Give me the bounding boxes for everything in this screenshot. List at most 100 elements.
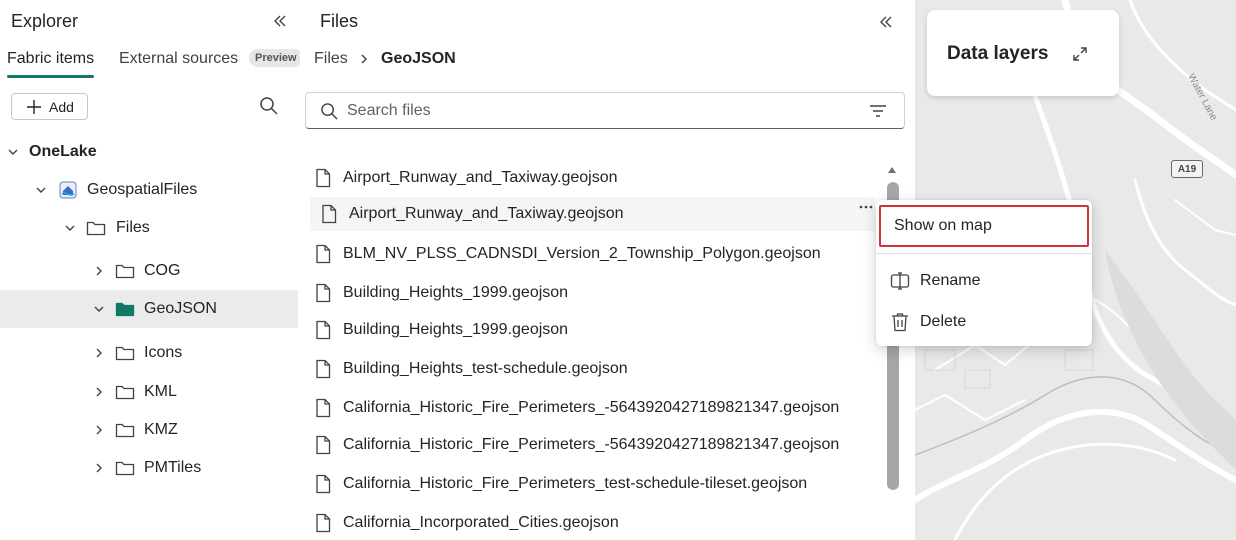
chevron-down-icon[interactable] — [92, 302, 106, 316]
tree-item-pmtiles[interactable]: PMTiles — [0, 449, 298, 487]
add-button[interactable]: Add — [11, 93, 88, 120]
chevron-right-icon[interactable] — [92, 346, 106, 360]
tree-label: PMTiles — [144, 459, 202, 476]
folder-icon — [115, 421, 135, 439]
files-title: Files — [320, 11, 359, 31]
tree-label: KML — [144, 383, 177, 400]
file-icon — [315, 435, 331, 455]
menu-item-label: Delete — [920, 313, 967, 330]
tab-external-sources[interactable]: External sources — [119, 48, 238, 78]
file-name: California_Historic_Fire_Perimeters_test… — [343, 475, 808, 492]
file-row[interactable]: California_Historic_Fire_Perimeters_-564… — [310, 428, 875, 462]
tree-label: GeospatialFiles — [87, 181, 198, 198]
tree-item-geospatialfiles[interactable]: GeospatialFiles — [0, 171, 298, 209]
file-row[interactable]: BLM_NV_PLSS_CADNSDI_Version_2_Township_P… — [310, 237, 875, 271]
file-row[interactable]: Building_Heights_1999.geojson — [310, 313, 875, 347]
data-layers-panel[interactable]: Data layers — [927, 10, 1119, 96]
chevron-down-icon[interactable] — [34, 183, 48, 197]
chevron-right-icon[interactable] — [92, 385, 106, 399]
data-layers-title: Data layers — [947, 43, 1049, 64]
tree-item-kmz[interactable]: KMZ — [0, 411, 298, 449]
files-search-box[interactable] — [305, 92, 905, 129]
plus-icon — [27, 99, 42, 114]
double-chevron-left-icon — [880, 16, 892, 28]
tree-item-icons[interactable]: Icons — [0, 334, 298, 372]
folder-filled-icon — [115, 300, 135, 318]
explorer-title: Explorer — [11, 11, 79, 31]
tab-fabric-items[interactable]: Fabric items — [7, 48, 95, 78]
collapse-files-button[interactable] — [874, 10, 898, 34]
file-row[interactable]: California_Historic_Fire_Perimeters_-564… — [310, 391, 875, 425]
context-menu: Show on map Rename Delete — [876, 200, 1092, 346]
breadcrumb-separator-icon — [359, 51, 371, 67]
tree-item-kml[interactable]: KML — [0, 373, 298, 411]
menu-item-show-on-map[interactable]: Show on map — [879, 205, 1089, 247]
scroll-up-arrow[interactable] — [886, 164, 898, 176]
file-name: Airport_Runway_and_Taxiway.geojson — [349, 205, 624, 222]
file-row[interactable]: Building_Heights_test-schedule.geojson — [310, 352, 875, 386]
more-horizontal-icon — [859, 205, 873, 209]
file-name: Building_Heights_1999.geojson — [343, 284, 569, 301]
file-name: California_Incorporated_Cities.geojson — [343, 514, 619, 531]
tree-label: COG — [144, 262, 181, 279]
file-name: Building_Heights_1999.geojson — [343, 321, 569, 338]
file-icon — [315, 474, 331, 494]
file-icon — [315, 359, 331, 379]
folder-icon — [115, 459, 135, 477]
road-sign-badge: A19 — [1171, 160, 1203, 178]
trash-icon — [890, 312, 910, 332]
menu-item-delete[interactable]: Delete — [876, 304, 1092, 340]
explorer-search-button[interactable] — [256, 93, 282, 119]
folder-icon — [115, 383, 135, 401]
tree-label: KMZ — [144, 421, 178, 438]
tree-item-geojson[interactable]: GeoJSON — [0, 290, 298, 328]
lakehouse-icon — [58, 181, 78, 199]
menu-item-rename[interactable]: Rename — [876, 263, 1092, 299]
chevron-down-icon[interactable] — [6, 145, 20, 159]
search-files-input[interactable] — [347, 100, 847, 122]
tree-label: Files — [116, 219, 150, 236]
file-icon — [315, 398, 331, 418]
file-row[interactable]: California_Incorporated_Cities.geojson — [310, 506, 875, 540]
file-icon — [315, 168, 331, 188]
chevron-right-icon[interactable] — [92, 461, 106, 475]
file-name: California_Historic_Fire_Perimeters_-564… — [343, 436, 840, 453]
chevron-right-icon[interactable] — [92, 423, 106, 437]
folder-icon — [115, 344, 135, 362]
file-row[interactable]: California_Historic_Fire_Perimeters_test… — [310, 467, 875, 501]
file-icon — [315, 244, 331, 264]
filter-icon[interactable] — [868, 101, 888, 121]
file-row-hovered[interactable]: Airport_Runway_and_Taxiway.geojson — [310, 197, 875, 231]
menu-divider — [876, 253, 1092, 254]
chevron-right-icon[interactable] — [92, 264, 106, 278]
menu-item-label: Show on map — [894, 217, 992, 234]
folder-icon — [86, 219, 106, 237]
tree-label: Icons — [144, 344, 183, 361]
menu-item-label: Rename — [920, 272, 981, 289]
file-icon — [321, 204, 337, 224]
tree-label: GeoJSON — [144, 300, 217, 317]
file-name: Building_Heights_test-schedule.geojson — [343, 360, 628, 377]
tree-item-onelake[interactable]: OneLake — [0, 133, 298, 171]
explorer-pane: Explorer Fabric items External sources P… — [0, 0, 303, 540]
file-name: California_Historic_Fire_Perimeters_-564… — [343, 399, 840, 416]
chevron-down-icon[interactable] — [63, 221, 77, 235]
tree-item-cog[interactable]: COG — [0, 252, 298, 290]
search-icon — [260, 97, 278, 115]
file-row[interactable]: Airport_Runway_and_Taxiway.geojson — [310, 161, 875, 195]
add-button-label: Add — [49, 98, 74, 115]
breadcrumb-files[interactable]: Files — [314, 50, 348, 68]
file-name: BLM_NV_PLSS_CADNSDI_Version_2_Township_P… — [343, 245, 821, 262]
tree-item-files[interactable]: Files — [0, 209, 298, 247]
file-row[interactable]: Building_Heights_1999.geojson — [310, 276, 875, 310]
search-icon — [319, 101, 339, 121]
more-options-button[interactable] — [857, 198, 875, 216]
file-icon — [315, 513, 331, 533]
breadcrumb-geojson: GeoJSON — [381, 50, 456, 67]
collapse-explorer-button[interactable] — [268, 9, 292, 33]
tree-label: OneLake — [29, 143, 97, 160]
file-icon — [315, 320, 331, 340]
expand-icon[interactable] — [1070, 44, 1090, 64]
double-chevron-left-icon — [274, 15, 286, 27]
file-name: Airport_Runway_and_Taxiway.geojson — [343, 169, 618, 186]
